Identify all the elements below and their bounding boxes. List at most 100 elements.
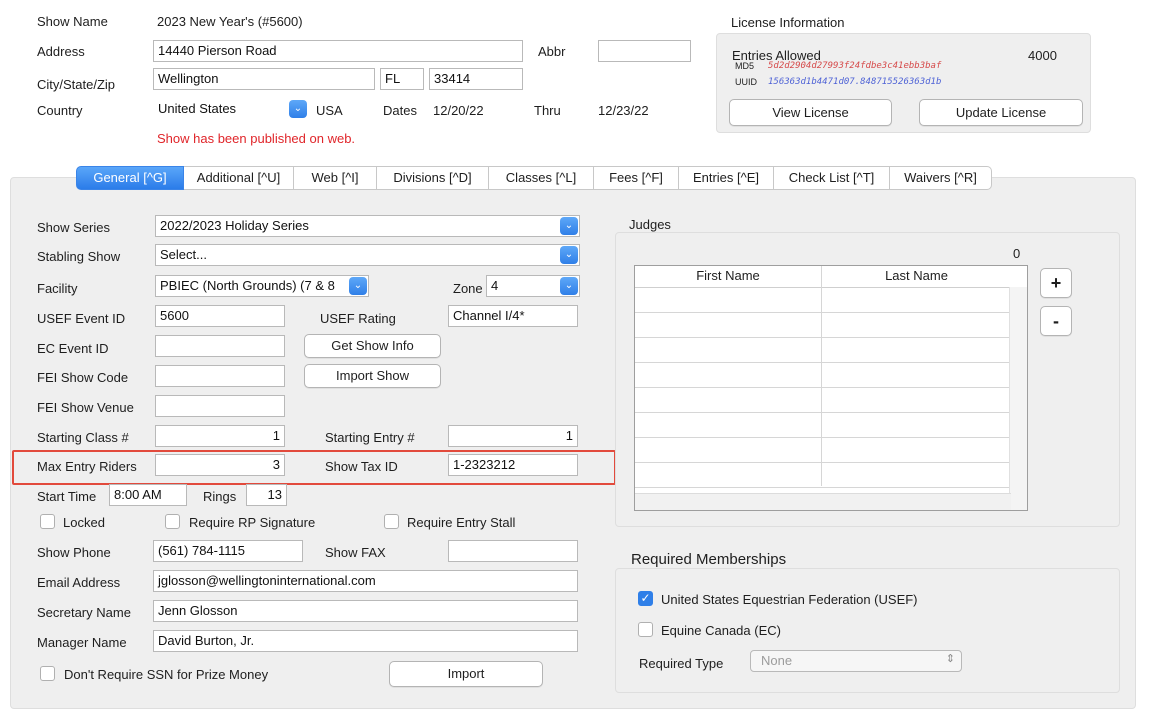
show-fax-label: Show FAX bbox=[325, 545, 386, 560]
table-row[interactable] bbox=[635, 462, 1011, 488]
usef-checkbox[interactable]: ✓ bbox=[638, 591, 653, 606]
fei-show-venue-input[interactable] bbox=[155, 395, 285, 417]
manager-name-input[interactable]: David Burton, Jr. bbox=[153, 630, 578, 652]
usef-rating-label: USEF Rating bbox=[320, 311, 396, 326]
usef-event-id-label: USEF Event ID bbox=[37, 311, 126, 326]
start-time-label: Start Time bbox=[37, 489, 97, 504]
show-series-label: Show Series bbox=[37, 220, 110, 235]
horizontal-scrollbar[interactable] bbox=[635, 493, 1011, 510]
show-fax-input[interactable] bbox=[448, 540, 578, 562]
require-entry-stall-checkbox[interactable] bbox=[384, 514, 399, 529]
zip-input[interactable]: 33414 bbox=[429, 68, 523, 90]
email-label: Email Address bbox=[37, 575, 121, 590]
tab-divisions[interactable]: Divisions [^D] bbox=[377, 166, 489, 190]
show-phone-label: Show Phone bbox=[37, 545, 111, 560]
table-row[interactable] bbox=[635, 362, 1011, 388]
locked-checkbox[interactable] bbox=[40, 514, 55, 529]
entries-allowed-value: 4000 bbox=[1028, 48, 1057, 63]
show-series-value: 2022/2023 Holiday Series bbox=[160, 218, 309, 233]
email-input[interactable]: jglosson@wellingtoninternational.com bbox=[153, 570, 578, 592]
end-date: 12/23/22 bbox=[598, 103, 649, 118]
chevron-down-icon: ⌄ bbox=[560, 217, 578, 235]
tab-waivers[interactable]: Waivers [^R] bbox=[890, 166, 992, 190]
table-row[interactable] bbox=[635, 437, 1011, 463]
tab-additional[interactable]: Additional [^U] bbox=[184, 166, 294, 190]
require-rp-signature-checkbox[interactable] bbox=[165, 514, 180, 529]
secretary-name-input[interactable]: Jenn Glosson bbox=[153, 600, 578, 622]
uuid-value: 156363d1b4471d07.848715526363d1b bbox=[768, 77, 942, 87]
stabling-show-value: Select... bbox=[160, 247, 207, 262]
zone-select[interactable]: 4 ⌄ bbox=[486, 275, 580, 297]
zone-label: Zone bbox=[453, 281, 483, 296]
table-row[interactable] bbox=[635, 312, 1011, 338]
table-row[interactable] bbox=[635, 287, 1011, 313]
uuid-label: UUID bbox=[735, 77, 757, 87]
view-license-button[interactable]: View License bbox=[729, 99, 892, 126]
stabling-show-select[interactable]: Select... ⌄ bbox=[155, 244, 580, 266]
remove-judge-button[interactable]: - bbox=[1040, 306, 1072, 336]
start-time-input[interactable]: 8:00 AM bbox=[109, 484, 187, 506]
col-first-name[interactable]: First Name bbox=[635, 266, 821, 288]
ssn-label: Don't Require SSN for Prize Money bbox=[64, 667, 269, 682]
rings-input[interactable]: 13 bbox=[246, 484, 287, 506]
fei-show-code-input[interactable] bbox=[155, 365, 285, 387]
usef-label: United States Equestrian Federation (USE… bbox=[661, 592, 918, 607]
usef-rating-input[interactable]: Channel I/4* bbox=[448, 305, 578, 327]
require-rp-signature-label: Require RP Signature bbox=[189, 515, 316, 530]
published-notice: Show has been published on web. bbox=[157, 131, 356, 146]
import-show-button[interactable]: Import Show bbox=[304, 364, 441, 388]
tab-classes[interactable]: Classes [^L] bbox=[489, 166, 594, 190]
get-show-info-button[interactable]: Get Show Info bbox=[304, 334, 441, 358]
max-entry-riders-label: Max Entry Riders bbox=[37, 459, 137, 474]
require-entry-stall-label: Require Entry Stall bbox=[407, 515, 516, 530]
tab-web[interactable]: Web [^I] bbox=[294, 166, 377, 190]
tab-check-list[interactable]: Check List [^T] bbox=[774, 166, 890, 190]
tab-general[interactable]: General [^G] bbox=[76, 166, 184, 190]
starting-entry-label: Starting Entry # bbox=[325, 430, 415, 445]
facility-value: PBIEC (North Grounds) (7 & 8 bbox=[160, 278, 335, 293]
abbr-input[interactable] bbox=[598, 40, 691, 62]
ssn-checkbox[interactable] bbox=[40, 666, 55, 681]
city-input[interactable]: Wellington bbox=[153, 68, 375, 90]
state-input[interactable]: FL bbox=[380, 68, 424, 90]
starting-entry-input[interactable]: 1 bbox=[448, 425, 578, 447]
updown-chevron-icon: ⇕ bbox=[945, 653, 955, 665]
show-phone-input[interactable]: (561) 784-1115 bbox=[153, 540, 303, 562]
start-date: 12/20/22 bbox=[433, 103, 484, 118]
country-select[interactable]: United States ⌄ bbox=[155, 99, 308, 121]
ec-checkbox[interactable] bbox=[638, 622, 653, 637]
update-license-button[interactable]: Update License bbox=[919, 99, 1083, 126]
thru-label: Thru bbox=[534, 103, 561, 118]
city-state-zip-label: City/State/Zip bbox=[37, 77, 116, 92]
add-judge-button[interactable]: + bbox=[1040, 268, 1072, 298]
facility-select[interactable]: PBIEC (North Grounds) (7 & 8 ⌄ bbox=[155, 275, 369, 297]
tab-entries[interactable]: Entries [^E] bbox=[679, 166, 774, 190]
rings-label: Rings bbox=[203, 489, 237, 504]
show-series-select[interactable]: 2022/2023 Holiday Series ⌄ bbox=[155, 215, 580, 237]
license-title: License Information bbox=[731, 15, 845, 30]
usef-event-id-input[interactable]: 5600 bbox=[155, 305, 285, 327]
fei-show-venue-label: FEI Show Venue bbox=[37, 400, 134, 415]
col-last-name[interactable]: Last Name bbox=[822, 266, 1011, 288]
judges-table[interactable]: First Name Last Name bbox=[634, 265, 1028, 511]
fei-show-code-label: FEI Show Code bbox=[37, 370, 129, 385]
md5-label: MD5 bbox=[735, 61, 755, 71]
country-select-value: United States bbox=[158, 101, 237, 116]
import-button[interactable]: Import bbox=[389, 661, 543, 687]
vertical-scrollbar[interactable] bbox=[1009, 287, 1027, 510]
table-row[interactable] bbox=[635, 412, 1011, 438]
starting-class-input[interactable]: 1 bbox=[155, 425, 285, 447]
table-row[interactable] bbox=[635, 337, 1011, 363]
country-label: Country bbox=[37, 103, 83, 118]
address-input[interactable]: 14440 Pierson Road bbox=[153, 40, 523, 62]
chevron-down-icon: ⌄ bbox=[349, 277, 367, 295]
max-entry-riders-input[interactable]: 3 bbox=[155, 454, 285, 476]
show-tax-id-input[interactable]: 1-2323212 bbox=[448, 454, 578, 476]
facility-label: Facility bbox=[37, 281, 78, 296]
manager-name-label: Manager Name bbox=[37, 635, 127, 650]
table-row[interactable] bbox=[635, 387, 1011, 413]
ec-event-id-input[interactable] bbox=[155, 335, 285, 357]
tab-fees[interactable]: Fees [^F] bbox=[594, 166, 679, 190]
required-type-select[interactable]: None ⇕ bbox=[750, 650, 962, 672]
ec-event-id-label: EC Event ID bbox=[37, 341, 109, 356]
